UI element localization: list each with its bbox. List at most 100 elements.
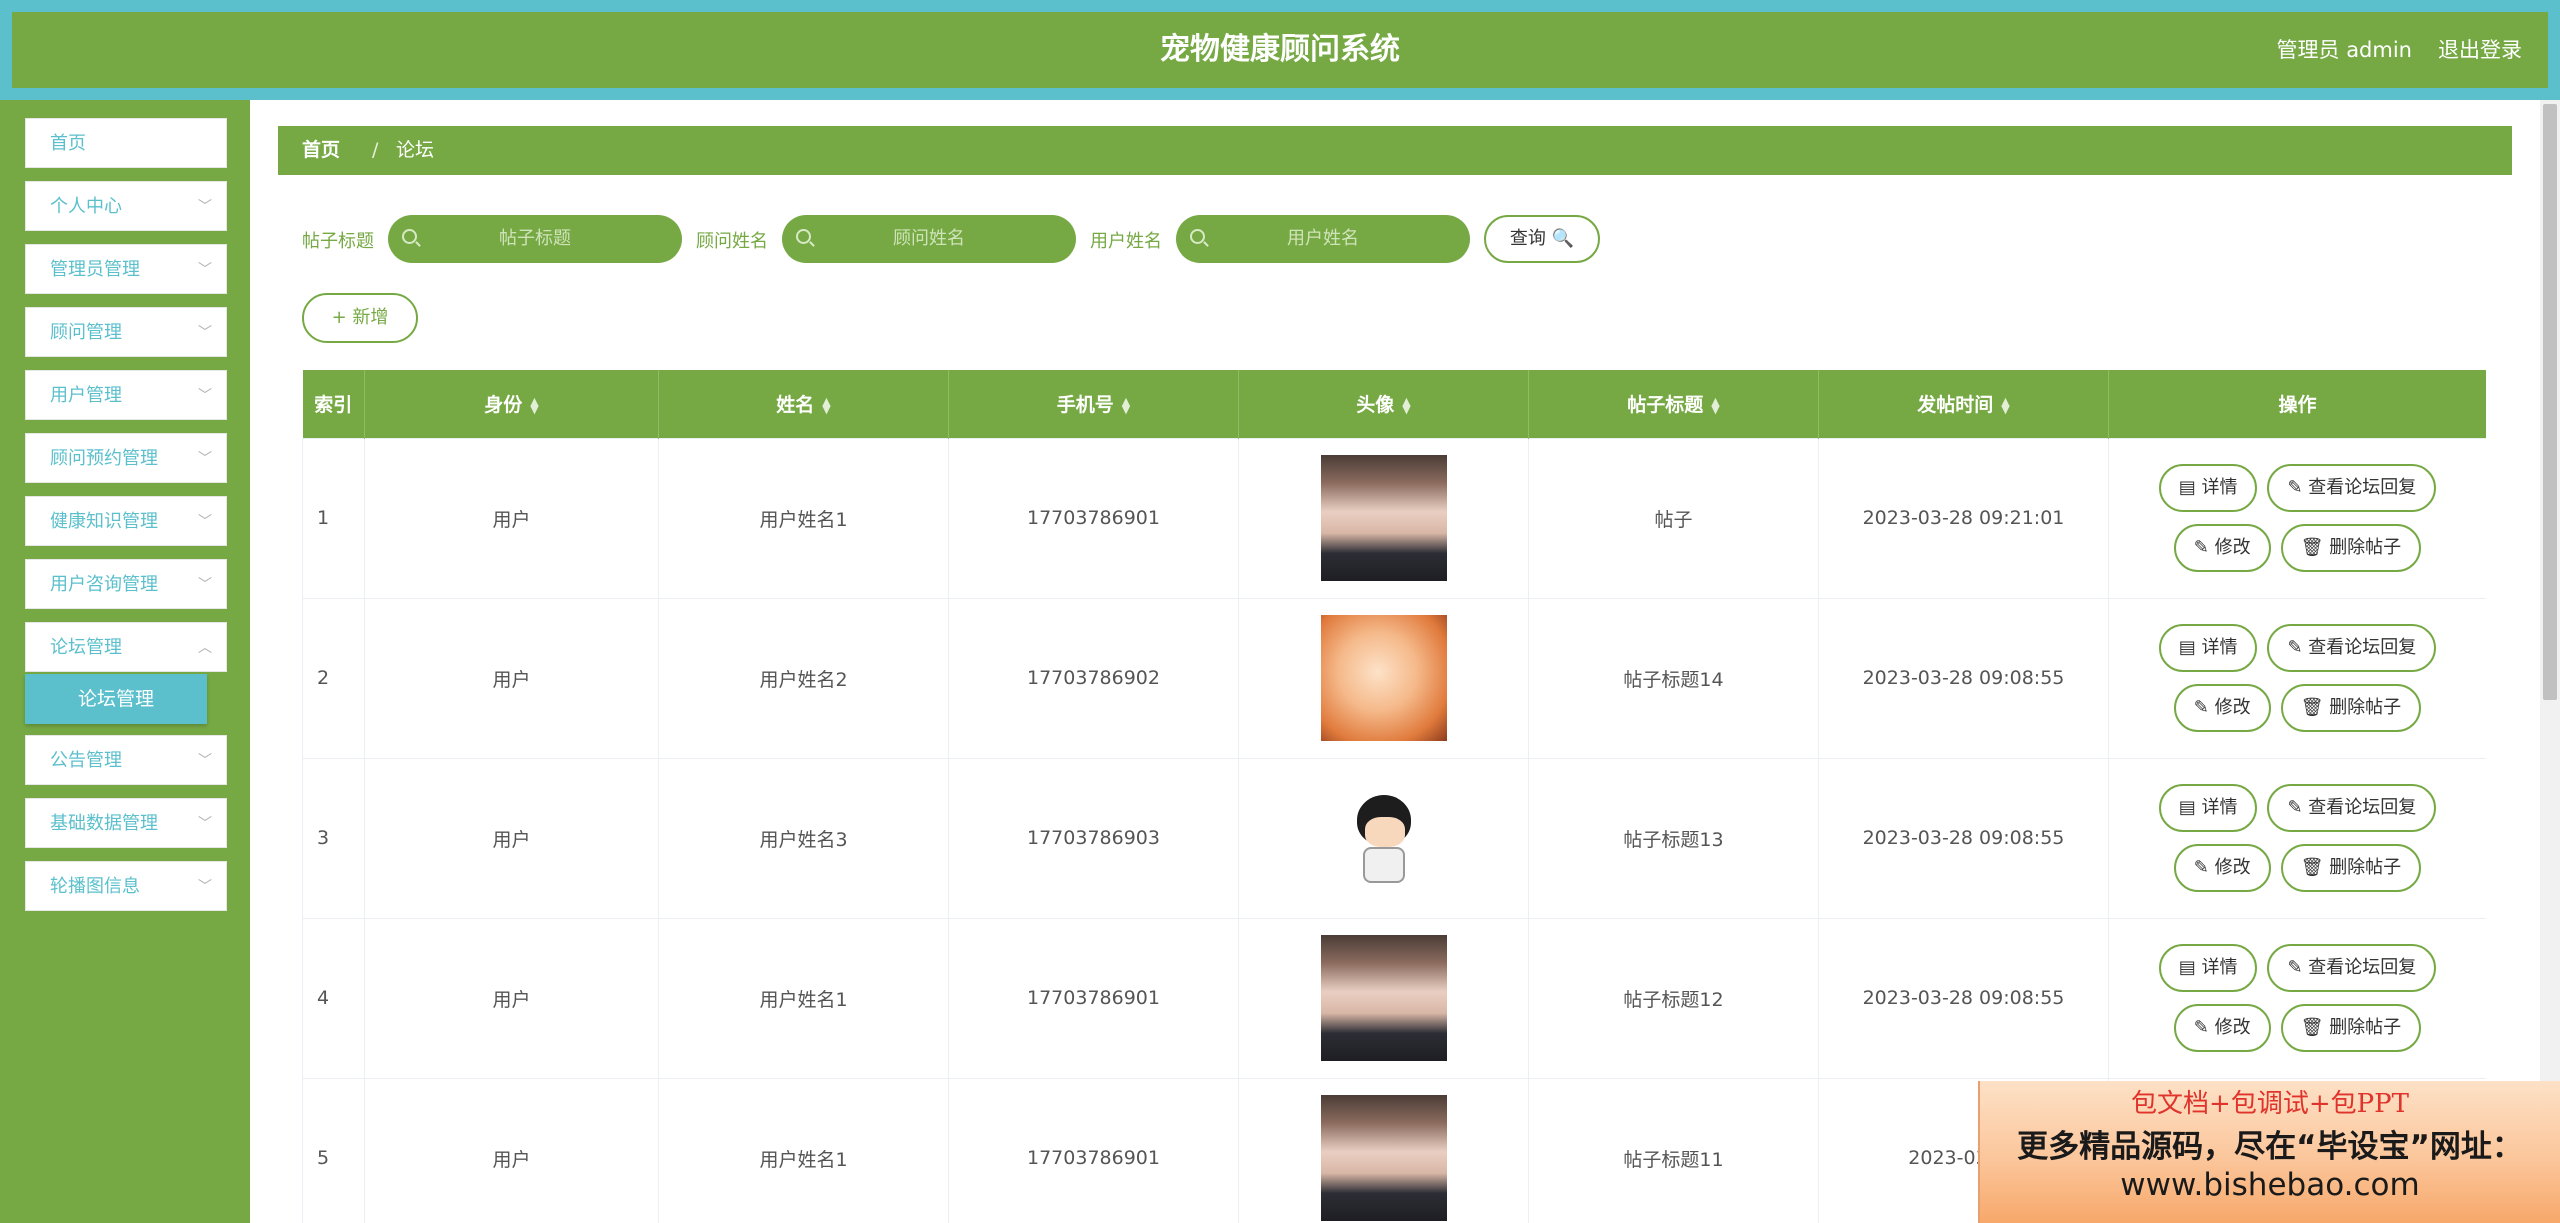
sort-icon[interactable]: ▲ ▼ — [1711, 396, 1719, 415]
sidebar-item-label: 管理员管理 — [50, 259, 140, 280]
chevron-down-icon: ﹀ — [198, 325, 212, 341]
detail-button[interactable]: ▤ 详情 — [2158, 784, 2258, 832]
cell-actions: ▤ 详情 ✎ 查看论坛回复 ✎ 修改 🗑 删除帖子 — [2108, 597, 2486, 759]
cell-avatar — [1238, 917, 1529, 1079]
edit-button[interactable]: ✎ 修改 — [2173, 844, 2271, 892]
edit-button[interactable]: ✎ 修改 — [2173, 684, 2271, 732]
sidebar-item-admins[interactable]: 管理员管理 ﹀ — [25, 244, 227, 294]
delete-button[interactable]: 🗑 删除帖子 — [2280, 844, 2422, 892]
cell-phone: 17703786902 — [948, 597, 1239, 759]
user-name-placeholder: 用户姓名 — [1287, 228, 1359, 249]
logout-link[interactable]: 退出登录 — [2438, 12, 2522, 88]
chevron-down-icon: ﹀ — [198, 199, 212, 215]
delete-button[interactable]: 🗑 删除帖子 — [2280, 524, 2422, 572]
sort-icon[interactable]: ▲ ▼ — [1402, 396, 1410, 415]
sort-icon[interactable]: ▲ ▼ — [822, 396, 830, 415]
edit-button-label: 修改 — [2214, 537, 2251, 558]
col-header-role[interactable]: 身份 ▲ ▼ — [364, 370, 659, 438]
sidebar-item-notices[interactable]: 公告管理 ﹀ — [25, 735, 227, 785]
avatar[interactable] — [1320, 455, 1447, 581]
edit-icon: ✎ — [2287, 797, 2309, 818]
sidebar: 首页 个人中心 ﹀ 管理员管理 ﹀ 顾问管理 ﹀ 用户管理 ﹀ 顾问预约管理 ﹀… — [0, 100, 250, 1223]
document-icon: ▤ — [2178, 797, 2202, 818]
cell-post-title: 帖子标题13 — [1528, 757, 1819, 919]
cell-post-title: 帖子 — [1528, 437, 1819, 599]
table-row: 1 用户 用户姓名1 17703786901 帖子 2023-03-28 09:… — [302, 437, 2486, 599]
cell-phone: 17703786901 — [948, 437, 1239, 599]
delete-button[interactable]: 🗑 删除帖子 — [2280, 684, 2422, 732]
cell-index: 2 — [302, 597, 365, 759]
view-replies-button[interactable]: ✎ 查看论坛回复 — [2267, 624, 2437, 672]
sidebar-item-label: 用户咨询管理 — [50, 574, 158, 595]
detail-button-label: 详情 — [2201, 797, 2238, 818]
col-header-post-time[interactable]: 发帖时间 ▲ ▼ — [1818, 370, 2109, 438]
sidebar-item-forum[interactable]: 论坛管理 ︿ — [25, 622, 227, 672]
table-header-row: 索引 身份 ▲ ▼ 姓名 ▲ ▼ 手机号 ▲ ▼ 头像 ▲ ▼ 帖子标题 ▲ ▼ 发帖时间 ▲ ▼ 操作 — [302, 370, 2486, 438]
table-row: 4 用户 用户姓名1 17703786901 帖子标题12 2023-03-28… — [302, 917, 2486, 1079]
avatar[interactable] — [1320, 1095, 1447, 1221]
sidebar-item-advisors[interactable]: 顾问管理 ﹀ — [25, 307, 227, 357]
detail-button-label: 详情 — [2201, 957, 2238, 978]
cell-name: 用户姓名1 — [658, 917, 949, 1079]
avatar[interactable] — [1320, 615, 1447, 741]
sort-icon[interactable]: ▲ ▼ — [2001, 396, 2009, 415]
edit-icon: ✎ — [2193, 697, 2215, 718]
view-replies-label: 查看论坛回复 — [2308, 637, 2417, 658]
sidebar-item-label: 顾问管理 — [50, 322, 122, 343]
delete-button-label: 删除帖子 — [2329, 1017, 2402, 1038]
view-replies-button[interactable]: ✎ 查看论坛回复 — [2267, 944, 2437, 992]
detail-button[interactable]: ▤ 详情 — [2158, 944, 2258, 992]
breadcrumb-separator: / — [372, 139, 379, 161]
submenu-item-forum-manage[interactable]: 论坛管理 — [25, 674, 207, 724]
view-replies-button[interactable]: ✎ 查看论坛回复 — [2267, 784, 2437, 832]
banner-line-2: 更多精品源码，尽在“毕设宝”网址： — [2017, 1129, 2523, 1165]
cell-avatar — [1238, 757, 1529, 919]
edit-button-label: 修改 — [2214, 1017, 2251, 1038]
sidebar-item-health-knowledge[interactable]: 健康知识管理 ﹀ — [25, 496, 227, 546]
post-title-input[interactable]: 帖子标题 — [388, 215, 682, 263]
col-header-label: 索引 — [314, 394, 353, 417]
col-header-phone[interactable]: 手机号 ▲ ▼ — [948, 370, 1239, 438]
scrollbar-thumb[interactable] — [2543, 104, 2557, 700]
detail-button[interactable]: ▤ 详情 — [2158, 464, 2258, 512]
view-replies-button[interactable]: ✎ 查看论坛回复 — [2267, 464, 2437, 512]
sort-icon[interactable]: ▲ ▼ — [1122, 396, 1130, 415]
cell-role: 用户 — [364, 917, 659, 1079]
promo-banner: 包文档+包调试+包PPT 更多精品源码，尽在“毕设宝”网址： www.bishe… — [1978, 1081, 2560, 1223]
sidebar-item-carousel[interactable]: 轮播图信息 ﹀ — [25, 861, 227, 911]
user-name-input[interactable]: 用户姓名 — [1176, 215, 1470, 263]
breadcrumb-home[interactable]: 首页 — [302, 126, 340, 175]
cell-post-time: 2023-03-28 09:21:01 — [1818, 437, 2109, 599]
detail-button-label: 详情 — [2201, 637, 2238, 658]
avatar[interactable] — [1320, 935, 1447, 1061]
post-title-placeholder: 帖子标题 — [499, 228, 571, 249]
col-header-name[interactable]: 姓名 ▲ ▼ — [658, 370, 949, 438]
cell-role: 用户 — [364, 757, 659, 919]
advisor-name-label: 顾问姓名 — [696, 231, 768, 252]
post-title-label: 帖子标题 — [302, 231, 374, 252]
app-title: 宠物健康顾问系统 — [1160, 32, 1400, 67]
col-header-post-title[interactable]: 帖子标题 ▲ ▼ — [1528, 370, 1819, 438]
detail-button[interactable]: ▤ 详情 — [2158, 624, 2258, 672]
col-header-avatar[interactable]: 头像 ▲ ▼ — [1238, 370, 1529, 438]
delete-button[interactable]: 🗑 删除帖子 — [2280, 1004, 2422, 1052]
sidebar-item-profile[interactable]: 个人中心 ﹀ — [25, 181, 227, 231]
cell-phone: 17703786901 — [948, 917, 1239, 1079]
sidebar-item-appointments[interactable]: 顾问预约管理 ﹀ — [25, 433, 227, 483]
sidebar-item-users[interactable]: 用户管理 ﹀ — [25, 370, 227, 420]
edit-icon: ✎ — [2193, 1017, 2215, 1038]
sidebar-item-base-data[interactable]: 基础数据管理 ﹀ — [25, 798, 227, 848]
edit-button[interactable]: ✎ 修改 — [2173, 524, 2271, 572]
avatar[interactable] — [1320, 775, 1447, 901]
chevron-down-icon: ﹀ — [198, 514, 212, 530]
add-button[interactable]: + 新增 — [302, 293, 418, 343]
sidebar-item-label: 基础数据管理 — [50, 813, 158, 834]
advisor-name-input[interactable]: 顾问姓名 — [782, 215, 1076, 263]
sidebar-item-home[interactable]: 首页 — [25, 118, 227, 168]
chevron-down-icon: ﹀ — [198, 816, 212, 832]
sidebar-item-consultations[interactable]: 用户咨询管理 ﹀ — [25, 559, 227, 609]
edit-button[interactable]: ✎ 修改 — [2173, 1004, 2271, 1052]
query-button[interactable]: 查询 🔍 — [1484, 215, 1600, 263]
sort-icon[interactable]: ▲ ▼ — [530, 396, 538, 415]
user-name-label: 用户姓名 — [1090, 231, 1162, 252]
